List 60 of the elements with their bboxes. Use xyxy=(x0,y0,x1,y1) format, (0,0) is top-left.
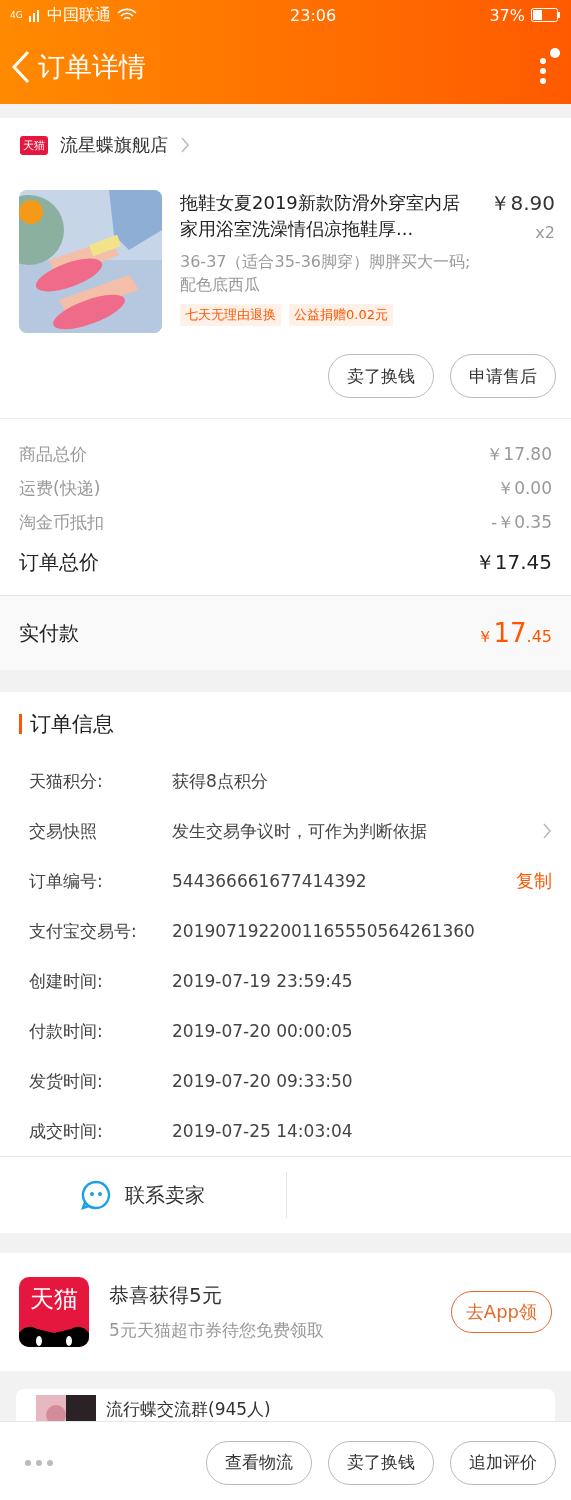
price-label: 商品总价 xyxy=(19,442,87,466)
info-label: 交易快照 xyxy=(29,819,98,843)
contact-seller-button[interactable]: 联系卖家 xyxy=(0,1172,287,1218)
paid-label: 实付款 xyxy=(19,619,79,647)
paid-amount: ￥17.45 xyxy=(477,618,552,648)
info-value: 544366661677414392 xyxy=(172,871,368,891)
info-value: 2019-07-25 14:03:04 xyxy=(172,1121,354,1141)
info-value: 2019-07-19 23:59:45 xyxy=(172,971,354,991)
price-value: ￥0.00 xyxy=(497,476,552,500)
battery-percent: 37% xyxy=(489,5,525,25)
chat-face-icon xyxy=(81,1180,111,1210)
page-title: 订单详情 xyxy=(38,50,147,84)
action-button[interactable]: 卖了换钱 xyxy=(328,354,434,398)
service-tag: 七天无理由退换 xyxy=(180,304,281,326)
section-title: 订单信息 xyxy=(30,711,114,738)
price-label: 淘金币抵扣 xyxy=(19,510,104,534)
chevron-right-icon[interactable] xyxy=(180,136,190,154)
price-label: 订单总价 xyxy=(19,548,99,576)
product-price: ￥8.90 xyxy=(490,190,555,217)
back-icon[interactable] xyxy=(10,50,32,84)
more-icon[interactable] xyxy=(537,47,561,87)
info-label: 成交时间: xyxy=(29,1119,104,1143)
info-value: 2019-07-20 00:00:05 xyxy=(172,1021,354,1041)
info-label: 支付宝交易号: xyxy=(29,919,138,943)
promo-title: 恭喜获得5元 xyxy=(109,1282,223,1309)
info-label: 付款时间: xyxy=(29,1019,104,1043)
bottom-action-button[interactable]: 查看物流 xyxy=(206,1440,312,1485)
signal-icon xyxy=(28,8,41,22)
price-value: ￥17.45 xyxy=(474,548,552,576)
battery-icon xyxy=(531,8,561,22)
carrier: 中国联通 xyxy=(46,4,111,26)
bottom-action-button[interactable]: 追加评价 xyxy=(450,1440,556,1485)
info-label: 发货时间: xyxy=(29,1069,104,1093)
product-quantity: x2 xyxy=(535,223,555,242)
info-value[interactable]: 发生交易争议时，可作为判断依据 xyxy=(172,819,542,843)
store-name[interactable]: 流星蝶旗舰店 xyxy=(60,133,168,157)
price-value: -￥0.35 xyxy=(491,510,552,534)
product-title[interactable]: 拖鞋女夏2019新款防滑外穿室内居家用浴室洗澡情侣凉拖鞋厚... xyxy=(180,190,473,242)
info-label: 创建时间: xyxy=(29,969,104,993)
info-label: 订单编号: xyxy=(29,869,104,893)
product-spec: 36-37（适合35-36脚穿）脚胖买大一码;配色底西瓜 xyxy=(180,251,472,296)
action-button[interactable]: 申请售后 xyxy=(450,354,556,398)
group-name: 流行蝶交流群(945人) xyxy=(106,1398,271,1421)
wifi-icon xyxy=(116,8,137,22)
more-dots-icon[interactable] xyxy=(24,1458,54,1467)
service-tag: 公益捐赠0.02元 xyxy=(289,304,393,326)
network-type: 4G xyxy=(10,10,23,20)
price-label: 运费(快递) xyxy=(19,476,101,500)
bottom-action-button[interactable]: 卖了换钱 xyxy=(328,1440,434,1485)
price-value: ￥17.80 xyxy=(486,442,552,466)
clock: 23:06 xyxy=(289,5,338,25)
info-value: 2019-07-20 09:33:50 xyxy=(172,1071,354,1091)
info-label: 天猫积分: xyxy=(29,769,104,793)
tmall-logo: 天猫 xyxy=(19,1277,89,1347)
chevron-right-icon[interactable] xyxy=(542,822,552,840)
info-value: 2019071922001165550564261360 xyxy=(172,921,476,941)
promo-subtitle: 5元天猫超市券待您免费领取 xyxy=(109,1319,325,1342)
info-value: 获得8点积分 xyxy=(172,769,269,793)
tmall-badge: 天猫 xyxy=(20,135,48,155)
group-card[interactable]: 流行蝶交流群(945人) xyxy=(16,1389,555,1421)
